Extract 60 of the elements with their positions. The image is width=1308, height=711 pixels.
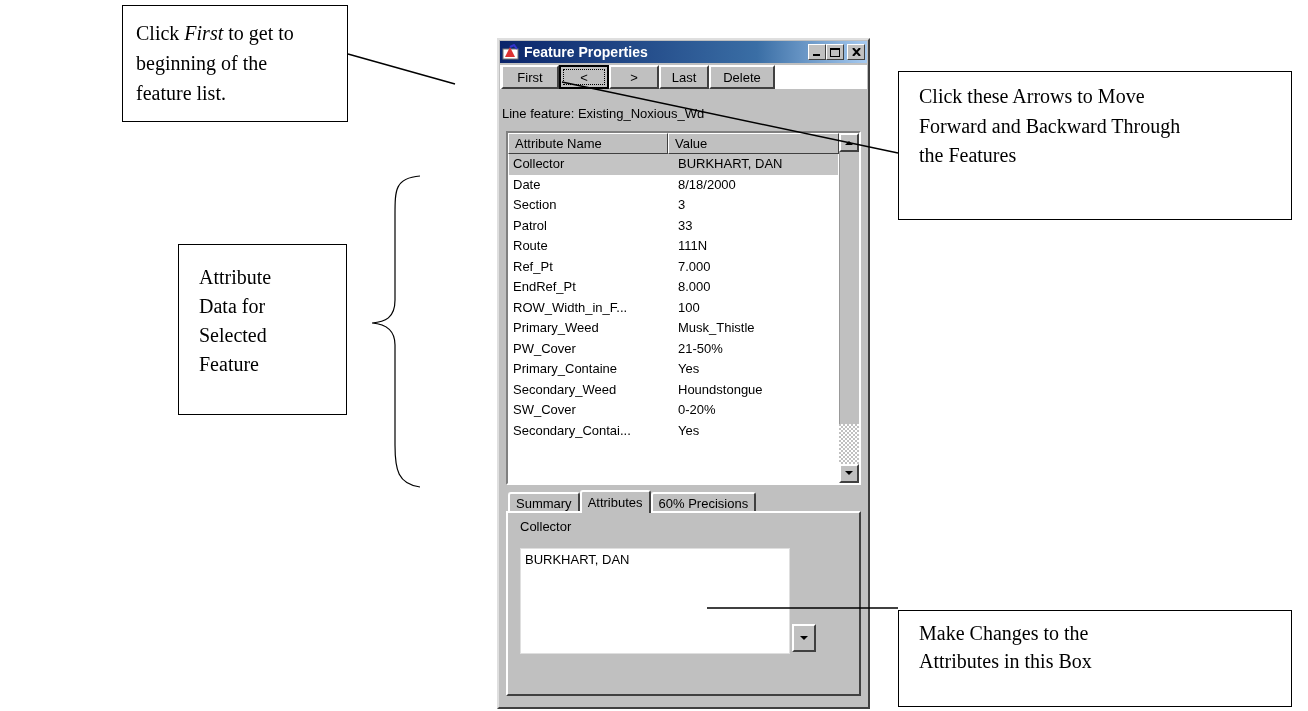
- maximize-button[interactable]: [826, 44, 844, 60]
- close-icon: [851, 48, 861, 56]
- up-arrow-icon: [845, 140, 853, 145]
- map-app-icon: [502, 44, 520, 60]
- callout-text: Click these Arrows to Move Forward and Backward Through the Features: [919, 84, 1181, 169]
- window-title: Feature Properties: [524, 44, 649, 60]
- table-cell-text: 100: [677, 298, 701, 317]
- table-cell-text: 111N: [677, 237, 709, 255]
- scroll-down-button[interactable]: [839, 464, 859, 483]
- nav-button[interactable]: First: [501, 65, 559, 89]
- table-cell-text: Ref_Pt: [512, 257, 554, 276]
- table-cell-text: Primary_Containe: [512, 360, 619, 378]
- table-cell-text: Yes: [677, 360, 701, 378]
- table-cell-text: Route: [512, 237, 549, 255]
- table-cell-text: Section: [512, 196, 558, 214]
- table-cell-text: ROW_Width_in_F...: [512, 298, 629, 317]
- table-cell-text: 0-20%: [677, 401, 717, 419]
- table-cell-text: Patrol: [512, 216, 548, 235]
- tab[interactable]: Summary: [508, 492, 580, 511]
- down-arrow-icon: [800, 635, 808, 641]
- table-cell-text: 7.000: [677, 257, 712, 276]
- field-label: Collector: [520, 519, 573, 534]
- table-cell-text: 3: [677, 196, 687, 214]
- table-cell-text: EndRef_Pt: [512, 278, 577, 296]
- down-arrow-icon: [845, 471, 853, 476]
- nav-button[interactable]: <: [559, 65, 609, 89]
- table-cell-text: Houndstongue: [677, 380, 764, 399]
- table-cell-text: Date: [512, 175, 542, 194]
- column-header[interactable]: Attribute Name: [508, 133, 668, 154]
- table-cell-text: Primary_Weed: [512, 319, 600, 337]
- close-button[interactable]: [847, 44, 865, 60]
- column-header[interactable]: Value: [668, 133, 839, 154]
- callout-text: Make Changes to the Attributes in this Box: [919, 621, 1093, 674]
- scroll-up-button[interactable]: [839, 133, 859, 152]
- table-cell-text: Collector: [512, 155, 566, 173]
- attribute-input-field[interactable]: BURKHART, DAN: [520, 548, 790, 654]
- table-cell-text: 21-50%: [677, 339, 724, 358]
- tab[interactable]: 60% Precisions: [650, 492, 757, 511]
- table-cell-text: 8.000: [677, 278, 712, 296]
- minimize-button[interactable]: [808, 44, 826, 60]
- callout-text: Click First to get to beginning of the feature list.: [136, 21, 295, 106]
- nav-button[interactable]: Delete: [709, 65, 775, 89]
- table-cell-text: Yes: [677, 421, 701, 440]
- table-cell-text: PW_Cover: [512, 339, 577, 358]
- nav-button[interactable]: Last: [659, 65, 709, 89]
- table-cell-text: 33: [677, 216, 694, 235]
- callout-text: Attribute Data for Selected Feature: [199, 265, 273, 377]
- selected-row[interactable]: Collector BURKHART, DAN: [509, 154, 838, 175]
- scrollbar[interactable]: [839, 133, 859, 483]
- feature-label: Line feature: Existing_Noxious_Wd: [502, 106, 706, 121]
- nav-button[interactable]: >: [609, 65, 659, 89]
- dropdown-button[interactable]: [792, 624, 816, 652]
- tab[interactable]: Attributes: [579, 490, 651, 513]
- table-cell-text: Secondary_Contai...: [512, 421, 632, 440]
- table-cell-text: Secondary_Weed: [512, 380, 618, 399]
- table-cell-text: Musk_Thistle: [677, 319, 756, 337]
- table-cell-text: SW_Cover: [512, 401, 577, 419]
- table-cell-text: BURKHART, DAN: [677, 155, 784, 173]
- table-cell-text: 8/18/2000: [677, 175, 737, 194]
- maximize-icon: [830, 47, 840, 57]
